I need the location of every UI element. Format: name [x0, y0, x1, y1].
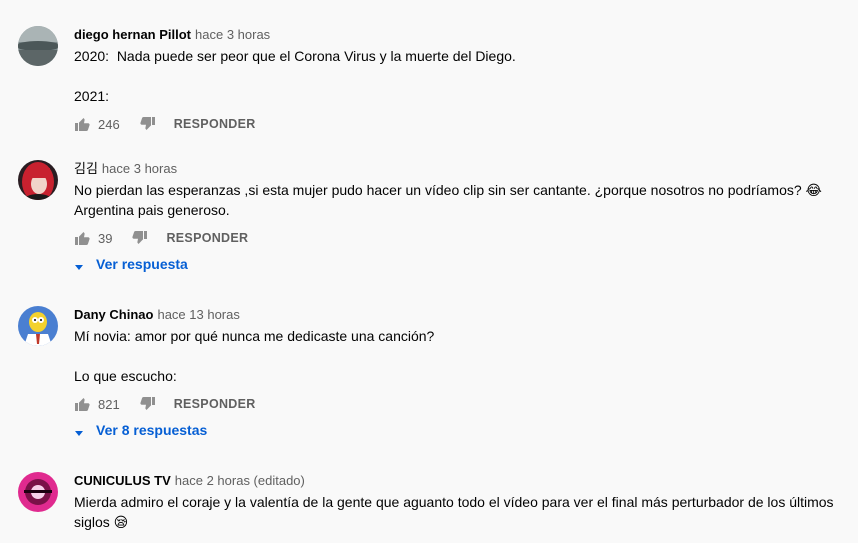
view-replies-button[interactable]: Ver respuesta — [74, 254, 838, 274]
thumbs-up-icon[interactable] — [74, 396, 90, 412]
comment-header: Dany Chinao hace 13 horas — [74, 306, 838, 324]
comment-line: Mí novia: amor por qué nunca me dedicast… — [74, 328, 435, 344]
thumbs-down-icon[interactable] — [140, 396, 156, 412]
comment-line: No pierdan las esperanzas ,si esta mujer… — [74, 182, 822, 198]
comment-line: 2021: — [74, 88, 110, 104]
avatar[interactable] — [18, 472, 58, 512]
author-name[interactable]: Dany Chinao — [74, 307, 153, 322]
like-count: 39 — [98, 230, 113, 246]
comment-line: siglos 😪 — [74, 514, 129, 530]
comment-line: 2020: Nada puede ser peor que el Corona … — [74, 48, 516, 64]
caret-down-icon — [74, 259, 84, 270]
author-name[interactable]: 김김 — [74, 161, 98, 176]
comment-time[interactable]: hace 3 horas — [102, 161, 177, 176]
comment-header: 김김 hace 3 horas — [74, 160, 838, 178]
caret-down-icon — [74, 425, 84, 436]
view-replies-label: Ver respuesta — [96, 256, 188, 272]
comment-actions: 246 RESPONDER — [74, 112, 838, 136]
comment-line: Mierda admiro el coraje y la valentía de… — [74, 494, 834, 510]
comment-text: Mierda admiro el coraje y la valentía de… — [74, 492, 838, 532]
view-replies-button[interactable]: Ver 8 respuestas — [74, 420, 838, 440]
view-replies-label: Ver 8 respuestas — [96, 422, 208, 438]
comment-time[interactable]: hace 13 horas — [157, 307, 239, 322]
comment-time[interactable]: hace 2 horas (editado) — [175, 473, 305, 488]
like-count: 821 — [98, 396, 120, 412]
comment-header: CUNICULUS TV hace 2 horas (editado) — [74, 472, 838, 490]
thumbs-up-icon[interactable] — [74, 116, 90, 132]
avatar[interactable] — [18, 306, 58, 346]
thumbs-down-icon[interactable] — [140, 116, 156, 132]
comment-line: Argentina pais generoso. — [74, 202, 230, 218]
thumbs-up-icon[interactable] — [74, 230, 90, 246]
comment-actions: 39 RESPONDER — [74, 226, 838, 250]
comment-line: Lo que escucho: — [74, 368, 177, 384]
like-count: 246 — [98, 116, 120, 132]
author-name[interactable]: diego hernan Pillot — [74, 27, 191, 42]
thumbs-down-icon[interactable] — [132, 230, 148, 246]
comment-header: diego hernan Pillot hace 3 horas — [74, 26, 838, 44]
reply-button[interactable]: RESPONDER — [166, 231, 248, 245]
comment-text: No pierdan las esperanzas ,si esta mujer… — [74, 180, 838, 220]
comment-time[interactable]: hace 3 horas — [195, 27, 270, 42]
avatar[interactable] — [18, 160, 58, 200]
comment-actions: 821 RESPONDER — [74, 392, 838, 416]
reply-button[interactable]: RESPONDER — [174, 117, 256, 131]
comment-text: 2020: Nada puede ser peor que el Corona … — [74, 46, 838, 106]
avatar[interactable] — [18, 26, 58, 66]
comment-text: Mí novia: amor por qué nunca me dedicast… — [74, 326, 838, 386]
author-name[interactable]: CUNICULUS TV — [74, 473, 171, 488]
reply-button[interactable]: RESPONDER — [174, 397, 256, 411]
